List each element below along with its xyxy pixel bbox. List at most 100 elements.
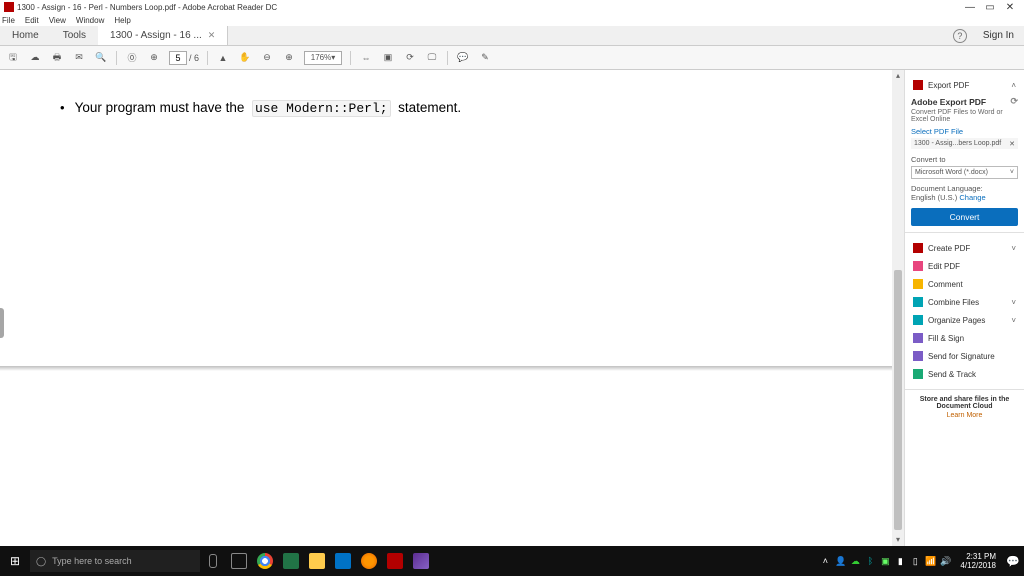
comment-icon[interactable]: 💬	[456, 51, 470, 65]
send-track-icon	[913, 369, 923, 379]
window-titlebar: 1300 - Assign - 16 - Perl - Numbers Loop…	[0, 0, 1024, 14]
scroll-down-icon[interactable]: ▾	[892, 534, 904, 546]
rotate-icon[interactable]: ⟳	[403, 51, 417, 65]
left-page-nav[interactable]	[0, 308, 4, 338]
page-total: / 6	[189, 53, 199, 63]
chrome-icon[interactable]	[252, 546, 278, 576]
scroll-thumb[interactable]	[894, 270, 902, 530]
page-down-icon[interactable]: ⊕	[147, 51, 161, 65]
menubar: File Edit View Window Help	[0, 14, 1024, 26]
change-link[interactable]: Change	[959, 193, 985, 202]
help-icon[interactable]: ?	[953, 29, 967, 43]
window-title: 1300 - Assign - 16 - Perl - Numbers Loop…	[17, 3, 277, 12]
zoom-in-icon[interactable]: ⊕	[282, 51, 296, 65]
minimize-button[interactable]: —	[960, 2, 980, 13]
zoom-level[interactable]: 176% ▾	[304, 51, 342, 65]
cloud-icon[interactable]: ☁	[28, 51, 42, 65]
highlight-icon[interactable]: ✎	[478, 51, 492, 65]
taskbar-search[interactable]: ◯ Type here to search	[30, 550, 200, 572]
tab-document[interactable]: 1300 - Assign - 16 ... ✕	[98, 26, 228, 45]
tool-edit-pdf[interactable]: Edit PDF	[911, 257, 1018, 275]
tray-overflow-icon[interactable]: ˄	[820, 556, 830, 566]
tab-close-icon[interactable]: ✕	[208, 30, 216, 41]
tool-combine[interactable]: Combine Files˅	[911, 293, 1018, 311]
tool-label: Export PDF	[928, 81, 969, 90]
tool-label: Comment	[928, 280, 963, 289]
fit-page-icon[interactable]: ▣	[381, 51, 395, 65]
file-explorer-icon[interactable]	[304, 546, 330, 576]
code-snippet: use Modern::Perl;	[252, 100, 391, 117]
menu-edit[interactable]: Edit	[25, 16, 39, 25]
scroll-up-icon[interactable]: ▴	[892, 70, 904, 82]
cortana-mic-icon[interactable]	[200, 546, 226, 576]
tool-fill-sign[interactable]: Fill & Sign	[911, 329, 1018, 347]
network-icon[interactable]: ▯	[910, 556, 920, 566]
taskbar-clock[interactable]: 2:31 PM 4/12/2018	[954, 552, 1002, 570]
maximize-button[interactable]: ▭	[980, 2, 1000, 13]
tool-label: Send for Signature	[928, 352, 995, 361]
selected-file[interactable]: 1300 - Assig...bers Loop.pdf✕	[911, 138, 1018, 149]
convert-format-select[interactable]: Microsoft Word (*.docx)˅	[911, 166, 1018, 179]
separator	[207, 51, 208, 65]
scrollbar[interactable]: ▴ ▾	[892, 70, 904, 546]
mail-icon[interactable]: ✉	[72, 51, 86, 65]
page-up-icon[interactable]: ⓪	[125, 51, 139, 65]
signin-link[interactable]: Sign In	[973, 30, 1024, 41]
hand-icon[interactable]: ✋	[238, 51, 252, 65]
select-file-label: Select PDF File	[911, 127, 1018, 136]
toolbar: 🖫 ☁ 🖶 ✉ 🔍 ⓪ ⊕ / 6 ▲ ✋ ⊖ ⊕ 176% ▾ ⇔ ▣ ⟳ 🖵…	[0, 46, 1024, 70]
onedrive-icon[interactable]: ☁	[850, 556, 860, 566]
wifi-icon[interactable]: 📶	[925, 556, 935, 566]
export-header: Adobe Export PDF ⟳	[911, 96, 1018, 107]
tab-tools[interactable]: Tools	[51, 26, 98, 45]
refresh-icon[interactable]: ⟳	[1010, 96, 1018, 107]
tab-home[interactable]: Home	[0, 26, 51, 45]
tool-label: Organize Pages	[928, 316, 985, 325]
menu-view[interactable]: View	[49, 16, 66, 25]
taskview-icon[interactable]	[226, 546, 252, 576]
volume-icon[interactable]: 🔊	[940, 556, 950, 566]
people-icon[interactable]: 👤	[835, 556, 845, 566]
tool-export-pdf[interactable]: Export PDF ˄	[911, 76, 1018, 94]
acrobat-icon[interactable]	[382, 546, 408, 576]
document-pane[interactable]: • Your program must have the use Modern:…	[0, 70, 904, 546]
menu-file[interactable]: File	[2, 16, 15, 25]
convert-button[interactable]: Convert	[911, 208, 1018, 226]
search-icon[interactable]: 🔍	[94, 51, 108, 65]
store-icon[interactable]	[408, 546, 434, 576]
menu-window[interactable]: Window	[76, 16, 104, 25]
read-mode-icon[interactable]: 🖵	[425, 51, 439, 65]
organize-icon	[913, 315, 923, 325]
search-placeholder: Type here to search	[52, 556, 132, 566]
print-icon[interactable]: 🖶	[50, 51, 64, 65]
tab-document-label: 1300 - Assign - 16 ...	[110, 30, 202, 41]
action-center-icon[interactable]: 💬	[1002, 555, 1024, 568]
pointer-icon[interactable]: ▲	[216, 51, 230, 65]
outlook-icon[interactable]	[330, 546, 356, 576]
close-button[interactable]: ✕	[1000, 2, 1020, 13]
security-icon[interactable]: ▣	[880, 556, 890, 566]
tool-label: Create PDF	[928, 244, 970, 253]
tool-comment[interactable]: Comment	[911, 275, 1018, 293]
taskbar: ⊞ ◯ Type here to search ˄ 👤 ☁ ᛒ ▣ ▮ ▯ 📶 …	[0, 546, 1024, 576]
bullet-dot: •	[60, 100, 65, 115]
start-button[interactable]: ⊞	[0, 554, 30, 568]
fit-width-icon[interactable]: ⇔	[359, 51, 373, 65]
promo-link[interactable]: Learn More	[911, 412, 1018, 419]
tool-organize[interactable]: Organize Pages˅	[911, 311, 1018, 329]
battery-icon[interactable]: ▮	[895, 556, 905, 566]
zoom-out-icon[interactable]: ⊖	[260, 51, 274, 65]
combine-icon	[913, 297, 923, 307]
tool-send-track[interactable]: Send & Track	[911, 365, 1018, 383]
export-icon	[913, 80, 923, 90]
save-icon[interactable]: 🖫	[6, 51, 20, 65]
menu-help[interactable]: Help	[114, 16, 130, 25]
tool-create-pdf[interactable]: Create PDF˅	[911, 239, 1018, 257]
bluetooth-icon[interactable]: ᛒ	[865, 556, 875, 566]
tool-send-signature[interactable]: Send for Signature	[911, 347, 1018, 365]
excel-icon[interactable]	[278, 546, 304, 576]
page-current-input[interactable]	[169, 51, 187, 65]
promo-text: Store and share files in the Document Cl…	[911, 396, 1018, 410]
tool-label: Fill & Sign	[928, 334, 964, 343]
firefox-icon[interactable]	[356, 546, 382, 576]
